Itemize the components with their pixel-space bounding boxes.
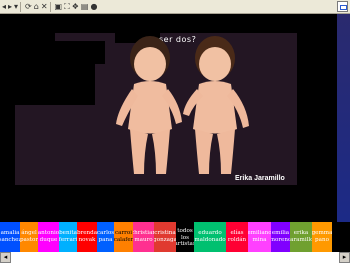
refresh-icon[interactable]: ⟳ — [25, 1, 32, 12]
artwork-stage: ser dos? Erika Jaramillo — [0, 14, 350, 222]
record-icon[interactable]: ● — [90, 1, 97, 12]
artist-tab[interactable]: ángel pastor — [20, 222, 38, 252]
stop-icon[interactable]: ✕ — [41, 1, 48, 12]
browser-toolbar: ◂ ▸ ▾ ⟳ ⌂ ✕ ▣ ⛶ ❖ ▤ ● — [0, 0, 350, 14]
artist-tab[interactable]: amalia sanchez — [0, 222, 20, 252]
home-icon[interactable]: ⌂ — [34, 1, 39, 12]
artist-tab[interactable]: emiliano mina — [248, 222, 271, 252]
artist-tab[interactable]: cristina gonzaga — [154, 222, 176, 252]
artist-tab[interactable]: eduardo maldonado — [194, 222, 226, 252]
artist-tab[interactable]: carlos pana — [97, 222, 114, 252]
dropdown-button[interactable]: ▾ — [14, 1, 18, 12]
artist-tab[interactable]: benita ferrari — [59, 222, 77, 252]
backdrop-cutout — [55, 41, 105, 64]
toolbar-separator — [20, 1, 22, 12]
backdrop-cutout — [15, 33, 55, 105]
scroll-left-button[interactable]: ◂ — [0, 252, 11, 263]
horizontal-scrollbar[interactable] — [0, 252, 350, 263]
bookmark-icon[interactable]: ❖ — [72, 1, 79, 12]
back-button[interactable]: ◂ — [2, 1, 6, 12]
artist-tab[interactable]: antonio duque — [38, 222, 59, 252]
artist-tab[interactable]: erika jaramillo — [290, 222, 312, 252]
artist-tab[interactable]: christian mauro — [133, 222, 154, 252]
window-icon[interactable] — [337, 1, 348, 12]
artist-signature: Erika Jaramillo — [235, 175, 285, 182]
fullscreen-icon[interactable]: ⛶ — [64, 1, 70, 12]
artist-tab[interactable]: gemma pano — [312, 222, 332, 252]
side-panel — [337, 14, 350, 254]
artist-tab[interactable]: emilia moreno — [271, 222, 290, 252]
scroll-right-button[interactable]: ▸ — [339, 252, 350, 263]
image-icon[interactable]: ▣ — [55, 1, 63, 12]
toolbar-separator — [49, 1, 51, 12]
baby-figure — [183, 36, 249, 174]
artist-tab[interactable]: elías roldán — [226, 222, 248, 252]
artist-tab[interactable]: todos los artistas — [176, 222, 194, 254]
artist-tab[interactable]: brenda novak — [77, 222, 97, 252]
print-icon[interactable]: ▤ — [81, 1, 89, 12]
backdrop-cutout — [55, 64, 95, 105]
forward-button[interactable]: ▸ — [8, 1, 12, 12]
artist-tab[interactable]: carroi calafer — [114, 222, 133, 252]
